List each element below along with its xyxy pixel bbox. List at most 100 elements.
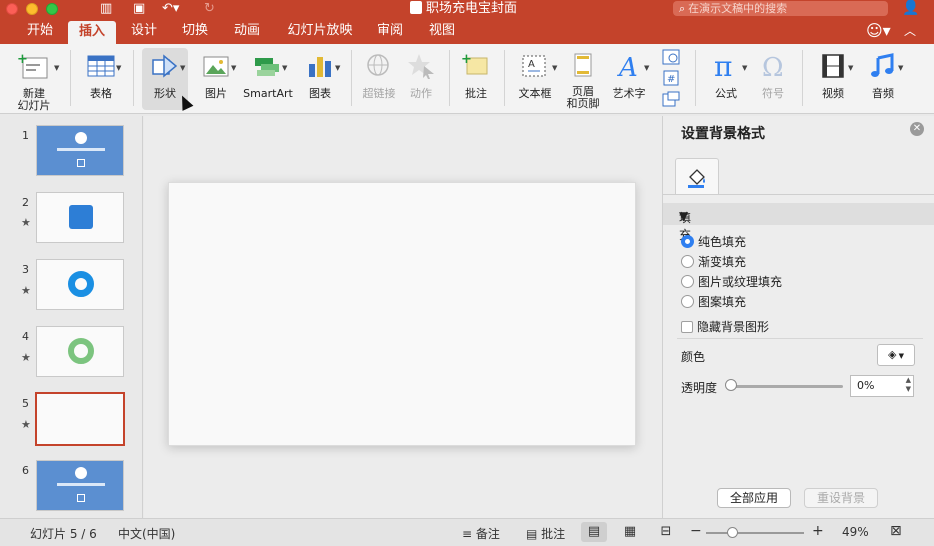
- animation-star-icon: ★: [21, 216, 31, 229]
- slide-number-icon[interactable]: #: [661, 69, 681, 87]
- zoom-in-button[interactable]: +: [812, 523, 824, 539]
- window-minimize-button[interactable]: [26, 3, 38, 15]
- slide-editor-canvas[interactable]: [144, 116, 662, 518]
- smartart-button[interactable]: ▼ SmartArt: [242, 48, 294, 110]
- slide-number: 4: [22, 330, 29, 343]
- transparency-slider-handle[interactable]: [725, 379, 737, 391]
- normal-view-button[interactable]: ▤: [581, 522, 607, 542]
- slide-thumbnail-1[interactable]: [36, 125, 124, 176]
- comments-button[interactable]: ▤ 批注: [526, 525, 565, 542]
- hide-background-graphics-checkbox[interactable]: 隐藏背景图形: [681, 318, 769, 335]
- share-user-icon[interactable]: 👤: [902, 0, 919, 16]
- tab-animations[interactable]: 动画: [229, 18, 265, 44]
- reset-background-button[interactable]: 重设背景: [804, 488, 878, 508]
- close-icon[interactable]: ✕: [910, 122, 924, 136]
- chevron-down-icon: ▼: [231, 64, 237, 72]
- save-icon[interactable]: ▣: [133, 1, 145, 17]
- radio-pattern-fill[interactable]: 图案填充: [681, 295, 746, 309]
- ribbon-divider: [695, 50, 696, 106]
- redo-icon[interactable]: ↻: [204, 1, 215, 17]
- audio-button[interactable]: ▼ 音频: [860, 48, 906, 110]
- symbol-button[interactable]: Ω 符号: [752, 48, 794, 110]
- tab-insert[interactable]: 插入: [68, 21, 116, 44]
- document-title: 职场充电宝封面: [410, 1, 540, 17]
- slide-thumbnail-2[interactable]: [36, 192, 124, 243]
- checkbox: [681, 321, 693, 333]
- transparency-input[interactable]: 0% ▲ ▼: [850, 375, 914, 397]
- language-indicator[interactable]: 中文(中国): [118, 525, 175, 542]
- tab-home[interactable]: 开始: [22, 18, 58, 44]
- slide-thumbnail-3[interactable]: [36, 259, 124, 310]
- notes-icon: ≡: [462, 527, 476, 541]
- chart-button[interactable]: ▼ 图表: [297, 48, 343, 110]
- fit-to-window-icon[interactable]: ⊠: [890, 523, 902, 539]
- current-slide[interactable]: [168, 182, 636, 446]
- fill-tab[interactable]: [675, 158, 719, 194]
- fill-section-header[interactable]: ▼ 填充: [663, 203, 934, 242]
- header-footer-button[interactable]: 页眉 和页脚: [562, 48, 604, 110]
- chevron-down-icon: ▼: [54, 64, 60, 72]
- tab-slideshow[interactable]: 幻灯片放映: [282, 18, 358, 44]
- slideshow-button[interactable]: ⊟: [653, 522, 679, 542]
- equation-button[interactable]: π ▼ 公式: [702, 48, 750, 110]
- slide-thumbnail-panel[interactable]: 1 2 ★ 3 ★ 4 ★ 5 ★ 6: [5, 116, 143, 518]
- svg-text:A: A: [617, 53, 638, 80]
- table-icon: [87, 55, 115, 77]
- comment-icon: +: [461, 52, 488, 75]
- new-slide-button[interactable]: + ▼ 新建 幻灯片: [10, 48, 60, 112]
- tab-view[interactable]: 视图: [424, 18, 460, 44]
- table-button[interactable]: ▼ 表格: [78, 48, 124, 110]
- tab-review[interactable]: 审阅: [372, 18, 408, 44]
- ribbon-insert: + ▼ 新建 幻灯片 ▼ 表格 ▼ 形状 ▼ 图片 ▼ SmartArt ▼ 图…: [0, 44, 934, 114]
- collapse-ribbon-icon[interactable]: ︿: [904, 22, 916, 39]
- zoom-percentage[interactable]: 49%: [842, 525, 869, 539]
- comment-button[interactable]: + 批注: [455, 48, 497, 110]
- radio-gradient-fill[interactable]: 渐变填充: [681, 255, 746, 269]
- shapes-icon: [152, 54, 178, 78]
- transparency-slider-track[interactable]: [729, 385, 843, 388]
- radio-solid-fill[interactable]: 纯色填充: [681, 235, 746, 249]
- slide-sorter-button[interactable]: ▦: [617, 522, 643, 542]
- video-button[interactable]: ▼ 视频: [810, 48, 856, 110]
- radio-button: [681, 275, 694, 288]
- tab-design[interactable]: 设计: [126, 18, 162, 44]
- tab-transitions[interactable]: 切换: [177, 18, 213, 44]
- slide-thumbnail-4[interactable]: [36, 326, 124, 377]
- zoom-slider-track[interactable]: [706, 532, 804, 534]
- hyperlink-button[interactable]: 超链接: [358, 48, 400, 110]
- pi-equation-icon: π: [714, 52, 732, 80]
- powerpoint-icon: [410, 1, 422, 14]
- undo-icon[interactable]: ↶▾: [162, 1, 179, 17]
- object-icon[interactable]: [661, 90, 681, 108]
- sidebar-toggle-icon[interactable]: ▥: [100, 1, 112, 17]
- zoom-slider-handle[interactable]: [727, 527, 738, 538]
- color-picker-button[interactable]: ◈ ▼: [877, 344, 915, 366]
- search-input[interactable]: ⌕ 在演示文稿中的搜索: [673, 1, 888, 16]
- paint-bucket-icon: [688, 168, 705, 188]
- wordart-button[interactable]: A ▼ 艺术字: [606, 48, 652, 110]
- radio-picture-fill[interactable]: 图片或纹理填充: [681, 275, 782, 289]
- format-background-pane: 设置背景格式 ✕ ▼ 填充 纯色填充 渐变填充 图片或纹理填充 图案填充 隐藏背…: [662, 116, 934, 518]
- slide-thumbnail-5[interactable]: [35, 392, 125, 446]
- notes-button[interactable]: ≡ 备注: [462, 525, 500, 542]
- window-maximize-button[interactable]: [46, 3, 58, 15]
- logo-icon: [75, 467, 87, 479]
- pane-divider: [663, 194, 934, 195]
- date-time-icon[interactable]: [661, 48, 681, 66]
- radio-button: [681, 295, 694, 308]
- color-label: 颜色: [681, 350, 706, 364]
- chevron-down-icon: ▼: [742, 64, 748, 72]
- slide-number: 1: [22, 129, 29, 142]
- textbox-button[interactable]: A ▼ 文本框: [511, 48, 559, 110]
- window-close-button[interactable]: [6, 3, 18, 15]
- stepper-icon[interactable]: ▲ ▼: [906, 376, 911, 394]
- slide-number: 6: [22, 464, 29, 477]
- slide-thumbnail-6[interactable]: [36, 460, 124, 511]
- zoom-out-button[interactable]: −: [690, 523, 702, 539]
- picture-button[interactable]: ▼ 图片: [193, 48, 239, 110]
- chevron-down-icon: ▼: [180, 64, 186, 72]
- title-placeholder: [57, 148, 105, 151]
- action-button[interactable]: 动作: [400, 48, 442, 110]
- feedback-smiley-icon[interactable]: ☺▾: [866, 21, 891, 40]
- apply-to-all-button[interactable]: 全部应用: [717, 488, 791, 508]
